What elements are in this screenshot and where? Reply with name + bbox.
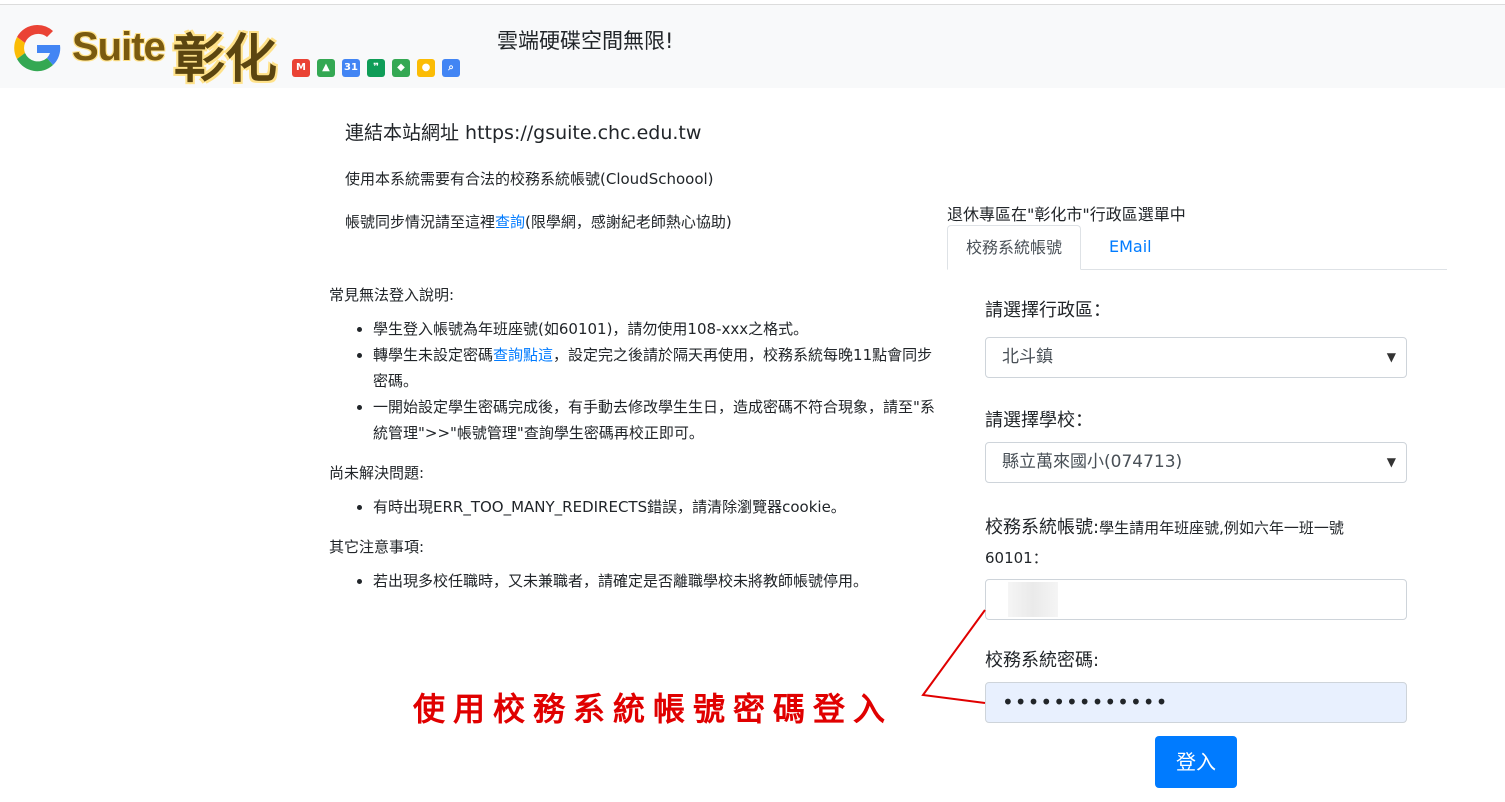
list-item: 轉學生未設定密碼查詢點這，設定完之後請於隔天再使用，校務系統每晚11點會同步密碼… [373, 342, 939, 394]
password-mask: ••••••••••••• [1002, 690, 1169, 714]
account-label: 校務系統帳號:學生請用年班座號,例如六年一班一號60101： [985, 513, 1385, 573]
unsolved-issues-list: 有時出現ERR_TOO_MANY_REDIRECTS錯誤，請清除瀏覽器cooki… [373, 494, 939, 520]
sync-notice-text-after: (限學網，感謝紀老師熱心協助) [525, 213, 732, 231]
common-issues-title: 常見無法登入說明: [329, 286, 455, 304]
account-sync-notice: 帳號同步情況請至這裡查詢(限學網，感謝紀老師熱心協助) [345, 211, 732, 232]
list-item: 學生登入帳號為年班座號(如60101)，請勿使用108-xxx之格式。 [373, 316, 939, 342]
login-tabs: 校務系統帳號 EMail [947, 225, 1447, 270]
district-selected-value: 北斗鎮 [1002, 347, 1053, 367]
annotation-arrow-icon [921, 609, 986, 704]
logo-changhua-text: 彰化 [173, 30, 278, 90]
site-header: Suite 彰化 M ▲ 31 ❞ ◆ ● ⌕ 雲端硬碟空間無限! [0, 5, 1505, 90]
google-g-logo-icon [14, 24, 61, 72]
redacted-account-value [1008, 582, 1058, 617]
site-url-text: 連結本站網址 https://gsuite.chc.edu.tw [345, 122, 702, 144]
account-label-text: 校務系統帳號: [985, 517, 1100, 538]
login-annotation-text: 使用校務系統帳號密碼登入 [413, 690, 894, 728]
sync-query-link[interactable]: 查詢 [495, 213, 525, 231]
sync-notice-text-before: 帳號同步情況請至這裡 [345, 213, 496, 231]
school-select[interactable]: 縣立萬來國小(074713) ▼ [985, 442, 1407, 483]
list-item-text-before: 轉學生未設定密碼 [373, 346, 494, 364]
list-item: 一開始設定學生密碼完成後，有手動去修改學生生日，造成密碼不符合現象，請至"系統管… [373, 394, 939, 446]
district-label: 請選擇行政區： [985, 300, 1111, 321]
chrome-icon: ● [417, 59, 435, 77]
tab-email[interactable]: EMail [1091, 225, 1170, 270]
district-select[interactable]: 北斗鎮 ▼ [985, 337, 1407, 378]
chevron-down-icon: ▼ [1386, 350, 1396, 364]
drive-icon: ▲ [317, 59, 335, 77]
retire-area-note: 退休專區在"彰化市"行政區選單中 [947, 205, 1186, 224]
gsuite-changhua-logo[interactable]: Suite 彰化 M ▲ 31 ❞ ◆ ● ⌕ [8, 17, 463, 90]
tab-school-account[interactable]: 校務系統帳號 [947, 225, 1082, 270]
google-app-icons: M ▲ 31 ❞ ◆ ● ⌕ [292, 59, 460, 77]
password-input[interactable]: ••••••••••••• [985, 682, 1407, 723]
list-item: 有時出現ERR_TOO_MANY_REDIRECTS錯誤，請清除瀏覽器cooki… [373, 494, 939, 520]
maps-icon: ◆ [392, 59, 410, 77]
password-label: 校務系統密碼: [985, 650, 1100, 671]
login-button[interactable]: 登入 [1155, 736, 1237, 788]
account-input[interactable] [985, 579, 1407, 620]
common-issues-list: 學生登入帳號為年班座號(如60101)，請勿使用108-xxx之格式。 轉學生未… [373, 316, 939, 446]
chevron-down-icon: ▼ [1386, 455, 1396, 469]
school-selected-value: 縣立萬來國小(074713) [1002, 452, 1183, 472]
header-slogan: 雲端硬碟空間無限! [497, 29, 674, 53]
other-notes-title: 其它注意事項: [329, 538, 425, 556]
other-notes-list: 若出現多校任職時，又未兼職者，請確定是否離職學校未將教師帳號停用。 [373, 568, 939, 594]
logo-suite-text: Suite [72, 25, 166, 69]
list-item: 若出現多校任職時，又未兼職者，請確定是否離職學校未將教師帳號停用。 [373, 568, 939, 594]
calendar-icon: 31 [342, 59, 360, 77]
unsolved-issues-title: 尚未解決問題: [329, 464, 425, 482]
gmail-icon: M [292, 59, 310, 77]
transfer-student-query-link[interactable]: 查詢點這 [493, 346, 553, 364]
login-form: 請選擇行政區： 北斗鎮 ▼ 請選擇學校： 縣立萬來國小(074713) ▼ 校務… [985, 296, 1407, 723]
search-icon: ⌕ [442, 59, 460, 77]
faq-section: 常見無法登入說明: 學生登入帳號為年班座號(如60101)，請勿使用108-xx… [329, 282, 939, 608]
account-requirement-notice: 使用本系統需要有合法的校務系統帳號(CloudSchoool) [345, 170, 714, 188]
hangouts-icon: ❞ [367, 59, 385, 77]
school-label: 請選擇學校： [985, 410, 1093, 431]
